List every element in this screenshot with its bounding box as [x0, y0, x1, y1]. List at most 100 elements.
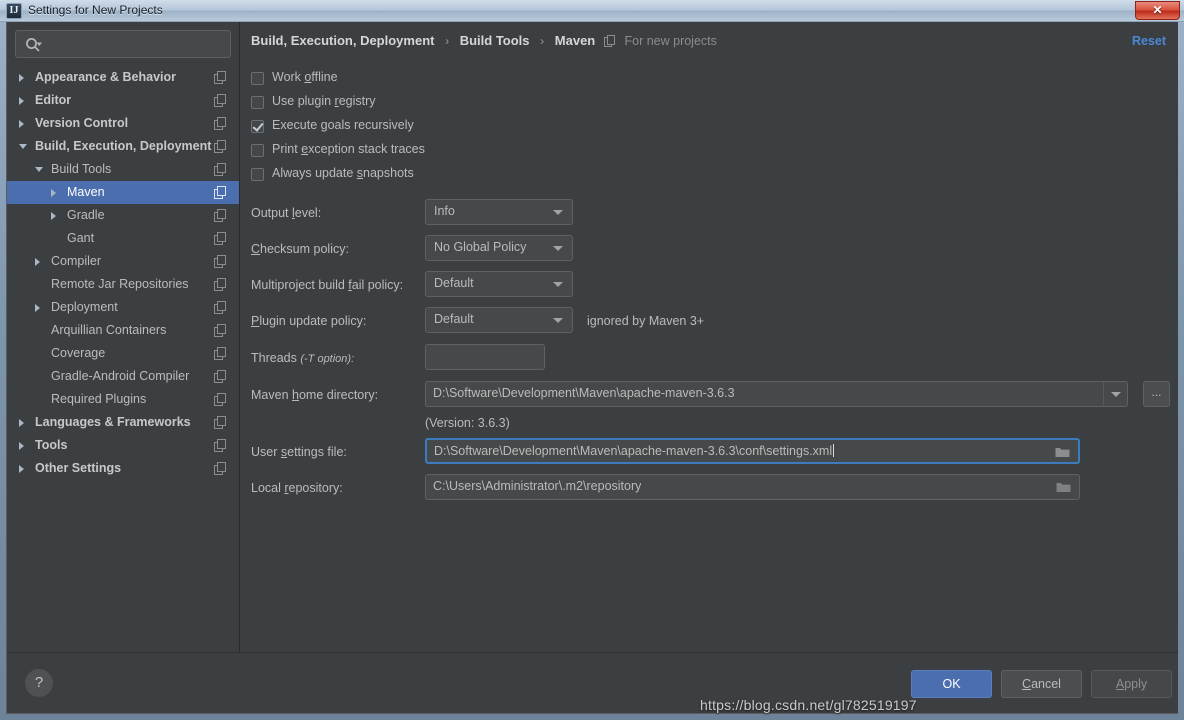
maven-home-browse-button[interactable]: ... [1143, 381, 1170, 407]
checkbox-mnemonic: g [320, 118, 328, 132]
sidebar-item-gant[interactable]: Gant [7, 227, 239, 250]
sidebar-item-label: Coverage [51, 346, 106, 360]
combo-0[interactable]: Info [425, 199, 573, 225]
maven-home-label-post: ome directory: [298, 388, 379, 402]
chevron-right-icon[interactable] [19, 97, 24, 105]
sidebar-item-build-tools[interactable]: Build Tools [7, 158, 239, 181]
maven-home-dropdown-button[interactable] [1103, 382, 1127, 406]
breadcrumb-item-3[interactable]: Maven [555, 33, 595, 48]
cancel-button[interactable]: Cancel [1001, 670, 1082, 698]
checkbox-1[interactable] [251, 96, 264, 109]
sidebar-item-deployment[interactable]: Deployment [7, 296, 239, 319]
apply-label-post: pply [1124, 677, 1148, 691]
sidebar-item-editor[interactable]: Editor [7, 89, 239, 112]
sidebar-item-remote-jar-repositories[interactable]: Remote Jar Repositories [7, 273, 239, 296]
chevron-right-icon[interactable] [19, 465, 24, 473]
search-box[interactable] [15, 30, 231, 58]
checkbox-2[interactable] [251, 120, 264, 133]
scope-note: For new projects [604, 34, 717, 48]
maven-home-combo[interactable]: D:\Software\Development\Maven\apache-mav… [425, 381, 1128, 407]
sidebar-item-required-plugins[interactable]: Required Plugins [7, 388, 239, 411]
sidebar-item-compiler[interactable]: Compiler [7, 250, 239, 273]
sidebar-item-maven[interactable]: Maven [7, 181, 239, 204]
sidebar-item-other-settings[interactable]: Other Settings [7, 457, 239, 480]
sidebar-item-tools[interactable]: Tools [7, 434, 239, 457]
sidebar-item-gradle-android-compiler[interactable]: Gradle-Android Compiler [7, 365, 239, 388]
copy-icon[interactable] [214, 347, 227, 360]
sidebar-item-label: Tools [35, 438, 68, 452]
reset-link[interactable]: Reset [1132, 34, 1166, 48]
ok-button[interactable]: OK [911, 670, 992, 698]
chevron-down-icon[interactable] [35, 167, 43, 172]
chevron-down-icon [553, 246, 563, 251]
folder-icon[interactable] [1056, 481, 1071, 493]
sidebar-item-build-execution-deployment[interactable]: Build, Execution, Deployment [7, 135, 239, 158]
breadcrumb-item-1[interactable]: Build, Execution, Deployment [251, 33, 434, 48]
copy-icon[interactable] [214, 439, 227, 452]
local-repo-input[interactable]: C:\Users\Administrator\.m2\repository [425, 474, 1080, 500]
chevron-right-icon[interactable] [51, 212, 56, 220]
checkbox-label-post: xception stack traces [308, 142, 425, 156]
sidebar-item-label: Other Settings [35, 461, 122, 475]
combo-label-pre: Output [251, 206, 292, 220]
sidebar-item-gradle[interactable]: Gradle [7, 204, 239, 227]
combo-3[interactable]: Default [425, 307, 573, 333]
chevron-right-icon[interactable] [19, 120, 24, 128]
sidebar-item-version-control[interactable]: Version Control [7, 112, 239, 135]
checkbox-label-pre: Execute [272, 118, 321, 132]
apply-button[interactable]: Apply [1091, 670, 1172, 698]
copy-icon[interactable] [214, 94, 227, 107]
help-button[interactable]: ? [25, 669, 53, 697]
scope-note-label: For new projects [624, 34, 717, 48]
chevron-down-icon [553, 210, 563, 215]
sidebar-item-coverage[interactable]: Coverage [7, 342, 239, 365]
checkbox-3[interactable] [251, 144, 264, 157]
chevron-right-icon[interactable] [19, 442, 24, 450]
sidebar-item-label: Required Plugins [51, 392, 147, 406]
copy-icon[interactable] [214, 462, 227, 475]
chevron-right-icon[interactable] [51, 189, 56, 197]
threads-input[interactable] [425, 344, 545, 370]
chevron-down-icon[interactable] [19, 144, 27, 149]
breadcrumb-item-2[interactable]: Build Tools [460, 33, 530, 48]
chevron-right-icon[interactable] [35, 304, 40, 312]
sidebar-item-appearance-behavior[interactable]: Appearance & Behavior [7, 66, 239, 89]
folder-icon[interactable] [1055, 446, 1070, 458]
checkbox-4[interactable] [251, 168, 264, 181]
sidebar-item-label: Deployment [51, 300, 118, 314]
copy-icon[interactable] [214, 301, 227, 314]
search-input[interactable] [46, 34, 226, 55]
copy-icon[interactable] [214, 278, 227, 291]
combo-label-post: evel: [294, 206, 322, 220]
checkbox-label-1: Use plugin registry [272, 94, 376, 108]
copy-icon[interactable] [214, 416, 227, 429]
chevron-right-icon[interactable] [19, 419, 24, 427]
combo-2[interactable]: Default [425, 271, 573, 297]
close-button[interactable]: ✕ [1135, 1, 1180, 20]
breadcrumb-separator-2: › [540, 34, 545, 48]
cancel-label-post: ancel [1031, 677, 1061, 691]
copy-icon[interactable] [214, 209, 227, 222]
sidebar-item-arquillian-containers[interactable]: Arquillian Containers [7, 319, 239, 342]
combo-value: Default [434, 276, 474, 290]
copy-icon[interactable] [214, 324, 227, 337]
local-repo-label: Local repository: [251, 481, 343, 495]
chevron-right-icon[interactable] [35, 258, 40, 266]
checkbox-0[interactable] [251, 72, 264, 85]
copy-icon[interactable] [214, 255, 227, 268]
window-titlebar: IJ Settings for New Projects ✕ [0, 0, 1184, 22]
copy-icon[interactable] [214, 163, 227, 176]
copy-icon[interactable] [214, 71, 227, 84]
user-settings-label: User settings file: [251, 445, 347, 459]
combo-note: ignored by Maven 3+ [587, 314, 705, 328]
user-settings-input[interactable]: D:\Software\Development\Maven\apache-mav… [425, 438, 1080, 464]
copy-icon[interactable] [214, 393, 227, 406]
copy-icon[interactable] [214, 370, 227, 383]
copy-icon[interactable] [214, 186, 227, 199]
copy-icon[interactable] [214, 117, 227, 130]
chevron-right-icon[interactable] [19, 74, 24, 82]
copy-icon[interactable] [214, 140, 227, 153]
copy-icon[interactable] [214, 232, 227, 245]
combo-1[interactable]: No Global Policy [425, 235, 573, 261]
sidebar-item-languages-frameworks[interactable]: Languages & Frameworks [7, 411, 239, 434]
